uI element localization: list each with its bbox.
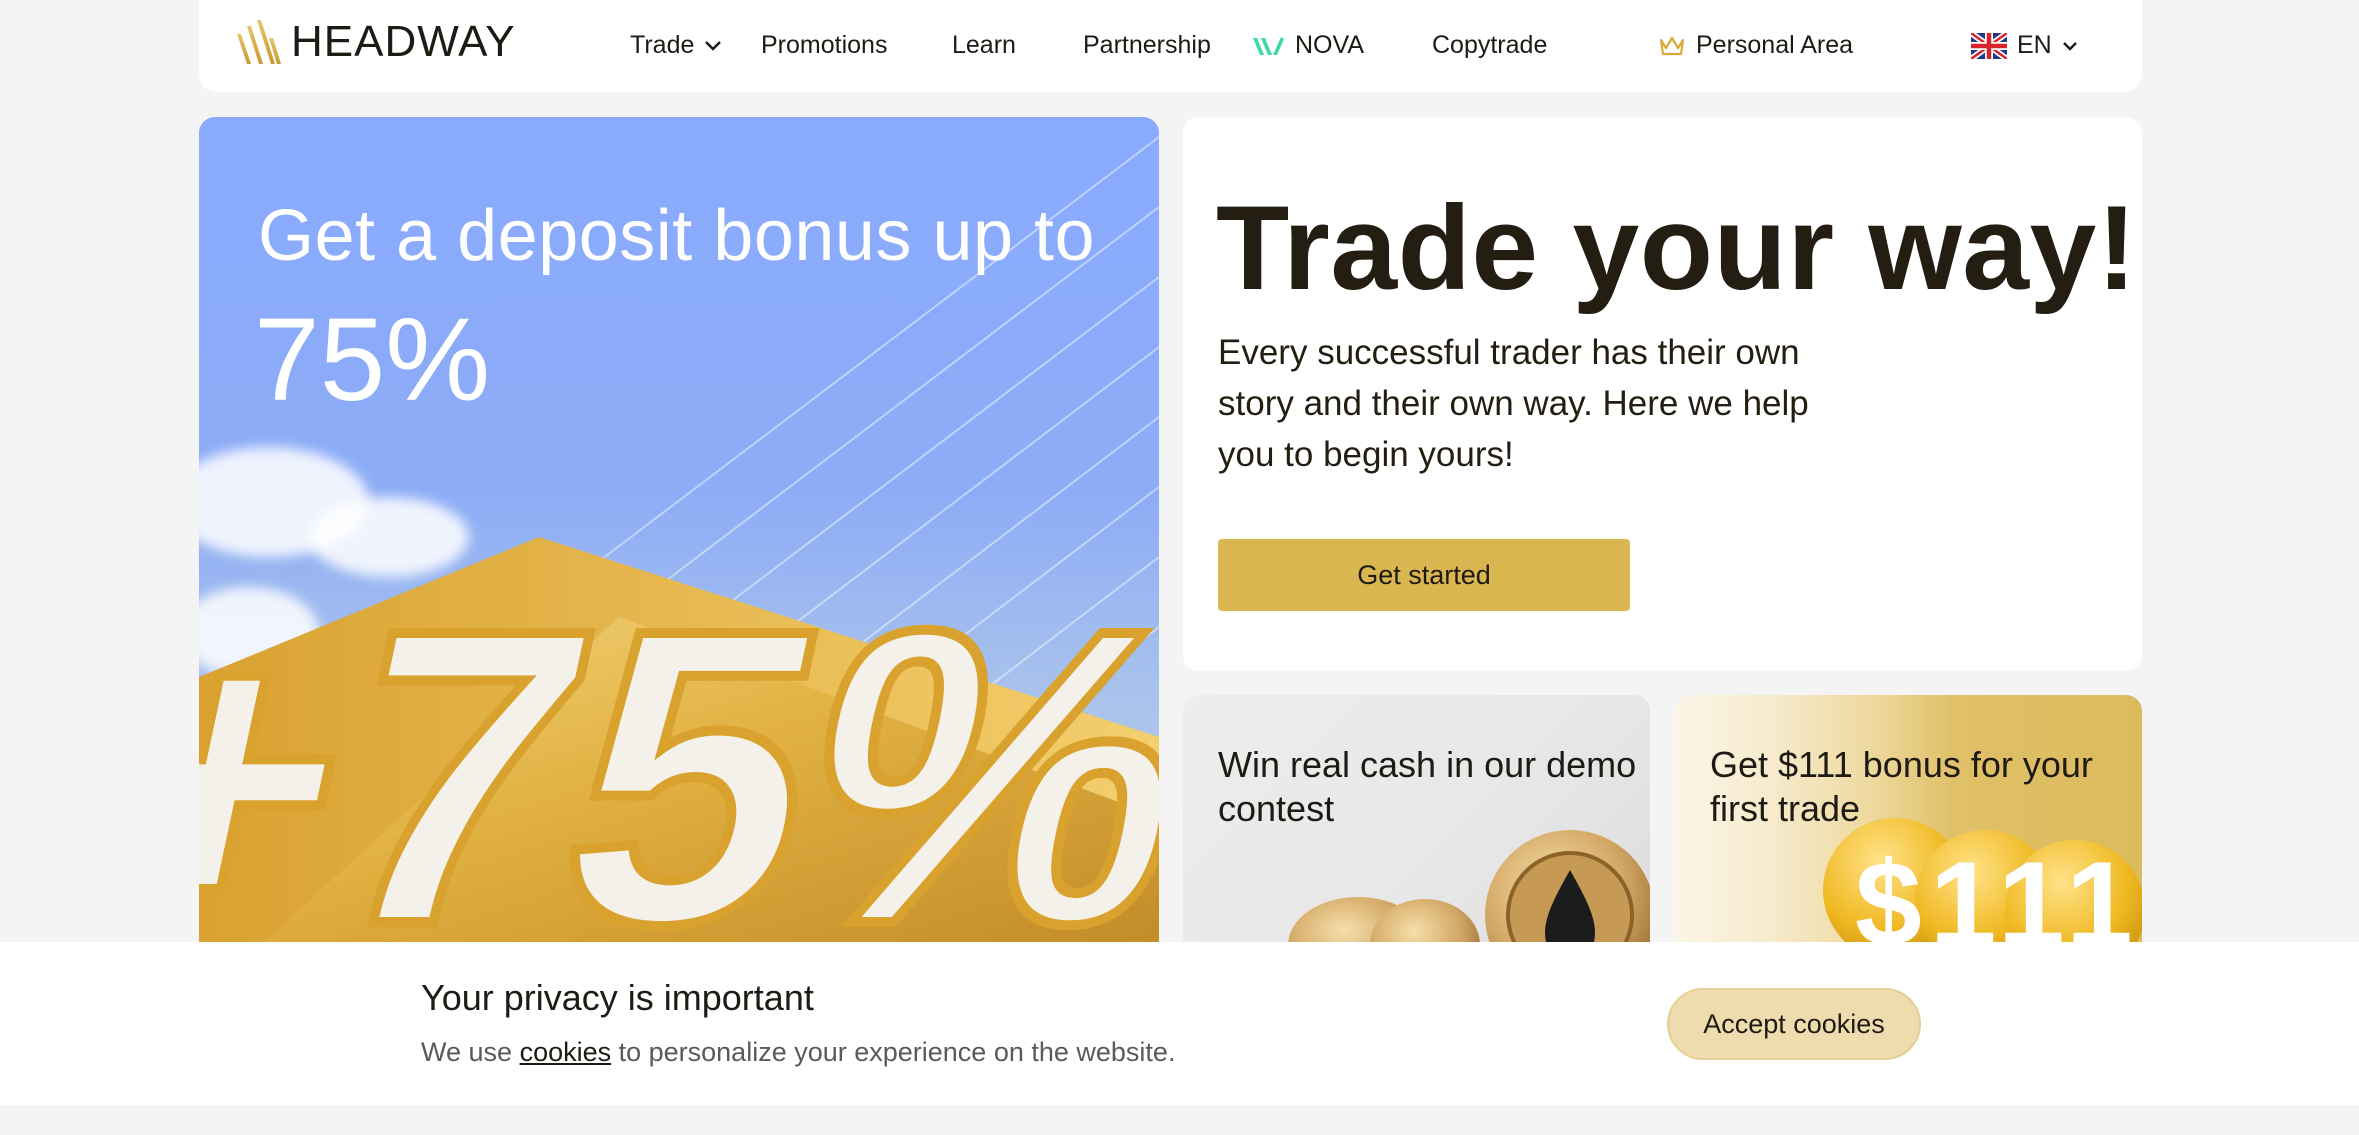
hero-subtitle: Every successful trader has their own st… <box>1218 333 1809 474</box>
hero-headline: Trade your way! <box>1216 181 2138 315</box>
language-label: EN <box>2017 31 2052 59</box>
nav-copytrade-label: Copytrade <box>1432 31 1548 59</box>
nav-partnership-label: Partnership <box>1083 31 1211 59</box>
nav-learn[interactable]: Learn <box>952 31 1016 60</box>
nav-personal-area[interactable]: Personal Area <box>1658 31 1853 60</box>
cookie-title: Your privacy is important <box>421 977 814 1018</box>
headway-logo[interactable]: HEADWAY <box>233 15 516 69</box>
nav-promotions[interactable]: Promotions <box>761 31 887 60</box>
cookie-text: We use cookies to personalize your exper… <box>421 1037 1175 1068</box>
cookie-banner: Your privacy is important We use cookies… <box>0 942 2359 1105</box>
cookies-link[interactable]: cookies <box>520 1037 612 1067</box>
nav-nova-label: NOVA <box>1295 31 1364 59</box>
dollar-coins-text: $111 <box>1855 837 2141 955</box>
crown-icon <box>1659 36 1685 55</box>
language-selector[interactable]: EN <box>1971 31 2078 60</box>
first-trade-bonus-title: Get $111 bonus for your first trade <box>1710 744 2093 829</box>
bonus-title: Get a deposit bonus up to <box>258 196 1096 276</box>
nav-learn-label: Learn <box>952 31 1016 59</box>
chevron-down-icon <box>705 40 722 51</box>
nav-nova[interactable]: NOVA <box>1251 31 1364 60</box>
nav-personal-area-label: Personal Area <box>1696 31 1854 59</box>
plus-75-artwork-text: +75% <box>199 543 1159 947</box>
top-navigation-bar: HEADWAY Trade Promotions Learn Partnersh… <box>199 0 2142 92</box>
nav-promotions-label: Promotions <box>761 31 888 59</box>
nav-trade[interactable]: Trade <box>630 31 722 60</box>
nav-trade-label: Trade <box>630 31 695 59</box>
headway-logo-icon <box>237 20 281 64</box>
logo-wordmark: HEADWAY <box>291 17 516 66</box>
uk-flag-icon <box>1971 32 2007 59</box>
get-started-button[interactable]: Get started <box>1218 539 1630 611</box>
nav-partnership[interactable]: Partnership <box>1083 31 1211 60</box>
demo-contest-title: Win real cash in our demo contest <box>1218 744 1637 829</box>
cookie-text-before: We use <box>421 1037 520 1067</box>
demo-contest-card[interactable]: Win real cash in our demo contest <box>1183 695 1650 955</box>
nav-copytrade[interactable]: Copytrade <box>1432 31 1547 60</box>
cookie-text-after: to personalize your experience on the we… <box>611 1037 1176 1067</box>
nova-icon <box>1253 36 1284 55</box>
hero-section: Trade your way! Every successful trader … <box>1183 117 2142 671</box>
bonus-percent: 75% <box>254 294 491 426</box>
accept-cookies-button[interactable]: Accept cookies <box>1667 988 1921 1060</box>
chevron-down-icon <box>2062 41 2077 51</box>
deposit-bonus-banner[interactable]: +75% Get a deposit bonus up to 75% <box>199 117 1159 947</box>
first-trade-bonus-card[interactable]: $111 Get $111 bonus for your first trade <box>1675 695 2142 955</box>
